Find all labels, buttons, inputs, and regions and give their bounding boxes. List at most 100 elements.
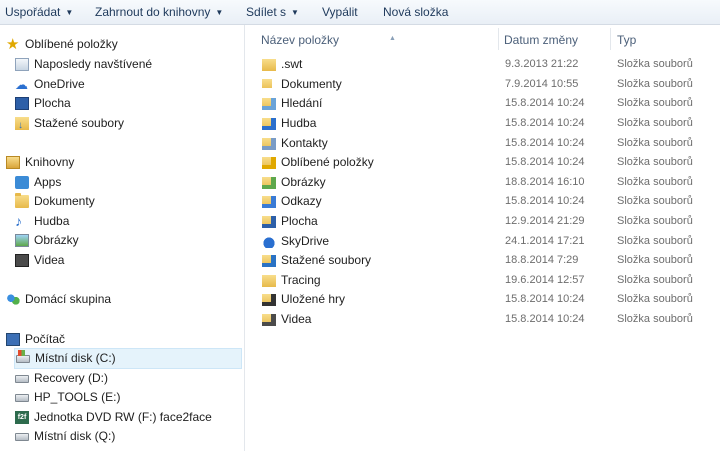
file-type: Složka souborů bbox=[617, 58, 693, 70]
file-row[interactable]: Stažené soubory 18.8.2014 7:29 Složka soub… bbox=[260, 251, 718, 270]
file-type: Složka souborů bbox=[617, 97, 693, 109]
drive-icon bbox=[15, 394, 29, 402]
column-divider[interactable] bbox=[498, 28, 499, 50]
sort-ascending-icon: ▲ bbox=[389, 35, 396, 42]
file-date: 7.9.2014 10:55 bbox=[505, 78, 579, 90]
organize-button[interactable]: Uspořádat ▼ bbox=[5, 0, 73, 24]
nav-item-label: Naposledy navštívené bbox=[34, 57, 153, 71]
nav-favorites-label: Oblíbené položky bbox=[25, 37, 118, 51]
file-date: 24.1.2014 17:21 bbox=[505, 235, 585, 247]
new-folder-label: Nová složka bbox=[383, 5, 449, 19]
file-date: 12.9.2014 21:29 bbox=[505, 215, 585, 227]
contacts-folder-icon bbox=[262, 138, 276, 150]
navigation-pane: ★ Oblíbené položky Naposledy navštívené … bbox=[0, 25, 244, 451]
file-name: Hudba bbox=[281, 116, 317, 130]
file-name: Tracing bbox=[281, 273, 321, 287]
videos-folder-icon bbox=[262, 314, 276, 326]
file-type: Složka souborů bbox=[617, 235, 693, 247]
column-header-date[interactable]: Datum změny bbox=[504, 31, 578, 49]
file-row[interactable]: Uložené hry 15.8.2014 10:24 Složka souborů bbox=[260, 290, 718, 309]
file-row[interactable]: Obrázky 18.8.2014 16:10 Složka souborů bbox=[260, 173, 718, 192]
column-header-name-label: Název položky bbox=[261, 33, 340, 47]
nav-item-drive-c[interactable]: Místní disk (C:) bbox=[14, 348, 242, 369]
file-row[interactable]: Kontakty 15.8.2014 10:24 Složka souborů bbox=[260, 134, 718, 153]
file-list-pane: ▲ Název položky Datum změny Typ .swt 9.3.… bbox=[245, 25, 720, 451]
nav-item-label: Místní disk (Q:) bbox=[34, 429, 116, 443]
column-header-name[interactable]: ▲ Název položky bbox=[261, 31, 396, 49]
nav-item-label: Plocha bbox=[34, 96, 71, 110]
file-date: 18.8.2014 16:10 bbox=[505, 176, 585, 188]
file-row[interactable]: Tracing 19.6.2014 12:57 Složka souborů bbox=[260, 271, 718, 290]
file-row[interactable]: Plocha 12.9.2014 21:29 Složka souborů bbox=[260, 212, 718, 231]
file-name: Dokumenty bbox=[281, 77, 342, 91]
file-type: Složka souborů bbox=[617, 274, 693, 286]
nav-item-label: Jednotka DVD RW (F:) face2face bbox=[34, 410, 212, 424]
file-name: SkyDrive bbox=[281, 234, 330, 248]
pictures-folder-icon bbox=[262, 177, 276, 189]
desktop-folder-icon bbox=[262, 216, 276, 228]
drive-icon bbox=[15, 433, 29, 441]
file-row[interactable]: Hudba 15.8.2014 10:24 Složka souborů bbox=[260, 114, 718, 133]
nav-libraries-label: Knihovny bbox=[25, 155, 75, 169]
saved-games-folder-icon bbox=[262, 294, 276, 306]
file-type: Složka souborů bbox=[617, 195, 693, 207]
file-type: Složka souborů bbox=[617, 78, 693, 90]
file-date: 15.8.2014 10:24 bbox=[505, 117, 585, 129]
file-type: Složka souborů bbox=[617, 137, 693, 149]
new-folder-button[interactable]: Nová složka bbox=[383, 0, 448, 24]
organize-label: Uspořádat bbox=[5, 5, 61, 19]
file-name: Obrázky bbox=[281, 175, 326, 189]
downloads-icon bbox=[15, 116, 29, 135]
file-row[interactable]: Odkazy 15.8.2014 10:24 Složka souborů bbox=[260, 192, 718, 211]
file-name: .swt bbox=[281, 57, 303, 71]
file-row[interactable]: .swt 9.3.2013 21:22 Složka souborů bbox=[260, 55, 718, 74]
libraries-icon bbox=[6, 156, 20, 169]
drive-icon bbox=[15, 375, 29, 383]
file-row[interactable]: Hledání 15.8.2014 10:24 Složka souborů bbox=[260, 94, 718, 113]
nav-item-label: Recovery (D:) bbox=[34, 371, 109, 385]
nav-item-label: Hudba bbox=[34, 214, 70, 228]
file-date: 15.8.2014 10:24 bbox=[505, 97, 585, 109]
file-row[interactable]: Videa 15.8.2014 10:24 Složka souborů bbox=[260, 310, 718, 329]
burn-button[interactable]: Vypálit bbox=[322, 0, 358, 24]
file-row[interactable]: SkyDrive 24.1.2014 17:21 Složka souborů bbox=[260, 232, 718, 251]
file-name: Oblíbené položky bbox=[281, 155, 374, 169]
nav-item-label: Místní disk (C:) bbox=[35, 351, 116, 365]
videos-icon bbox=[15, 254, 29, 267]
nav-item-label: Stažené soubory bbox=[34, 116, 125, 130]
column-header-type-label: Typ bbox=[617, 33, 637, 47]
include-in-library-label: Zahrnout do knihovny bbox=[95, 5, 211, 19]
file-name: Stažené soubory bbox=[281, 253, 372, 267]
windows-drive-icon bbox=[16, 350, 30, 363]
file-date: 15.8.2014 10:24 bbox=[505, 195, 585, 207]
computer-icon bbox=[6, 333, 20, 346]
file-row[interactable]: Oblíbené položky 15.8.2014 10:24 Složka so… bbox=[260, 153, 718, 172]
file-type: Složka souborů bbox=[617, 215, 693, 227]
documents-folder-icon bbox=[262, 79, 276, 91]
file-type: Složka souborů bbox=[617, 117, 693, 129]
share-with-label: Sdílet s bbox=[246, 5, 287, 19]
folder-icon bbox=[262, 275, 276, 287]
music-folder-icon bbox=[262, 118, 276, 130]
downloads-folder-icon bbox=[262, 255, 276, 267]
homegroup-icon bbox=[6, 293, 20, 306]
column-divider[interactable] bbox=[610, 28, 611, 50]
share-with-button[interactable]: Sdílet s ▼ bbox=[246, 0, 299, 24]
file-name: Videa bbox=[281, 312, 312, 326]
column-header-type[interactable]: Typ bbox=[617, 31, 636, 49]
file-date: 19.6.2014 12:57 bbox=[505, 274, 585, 286]
nav-item-label: Dokumenty bbox=[34, 194, 95, 208]
include-in-library-button[interactable]: Zahrnout do knihovny ▼ bbox=[95, 0, 223, 24]
file-type: Složka souborů bbox=[617, 176, 693, 188]
file-date: 9.3.2013 21:22 bbox=[505, 58, 579, 70]
nav-item-label: Apps bbox=[34, 175, 62, 189]
file-date: 15.8.2014 10:24 bbox=[505, 137, 585, 149]
file-name: Kontakty bbox=[281, 136, 328, 150]
favorites-folder-icon bbox=[262, 157, 276, 169]
file-name: Uložené hry bbox=[281, 292, 346, 306]
nav-item-label: OneDrive bbox=[34, 77, 85, 91]
file-row[interactable]: Dokumenty 7.9.2014 10:55 Složka souborů bbox=[260, 75, 718, 94]
nav-item-label: HP_TOOLS (E:) bbox=[34, 390, 121, 404]
chevron-down-icon: ▼ bbox=[215, 8, 224, 17]
apps-icon bbox=[15, 176, 29, 189]
